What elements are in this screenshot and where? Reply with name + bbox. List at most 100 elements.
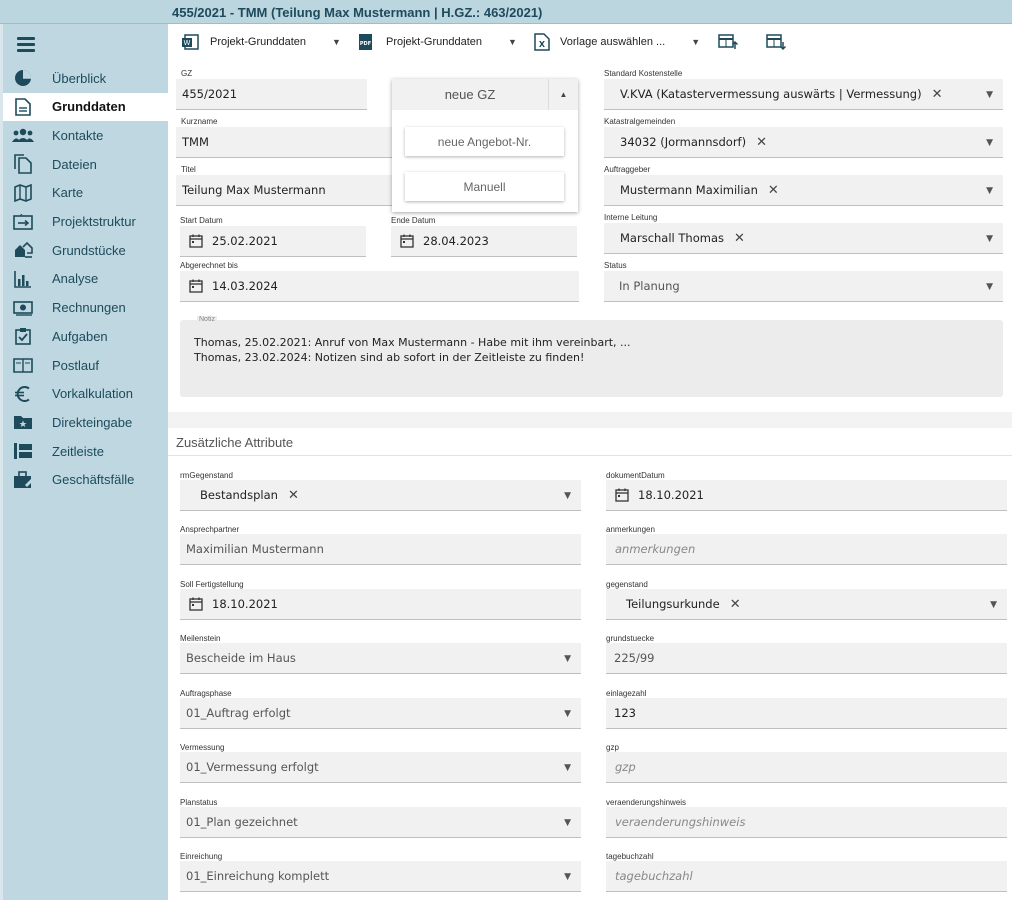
einreichung-value: 01_Einreichung komplett (186, 869, 330, 883)
calendar-icon[interactable] (400, 234, 414, 248)
briefcase-icon (12, 470, 34, 490)
sidebar-item-dateien[interactable]: Dateien (3, 150, 168, 178)
sidebar-item-postlauf[interactable]: Postlauf (3, 351, 168, 379)
dokumentdatum-value: 18.10.2021 (638, 488, 704, 502)
sidebar-item-label: Kontakte (52, 127, 104, 143)
auftraggeber-select[interactable]: Mustermann Maximilian ✕ ▼ (604, 175, 1003, 206)
sidebar-item-analyse[interactable]: Analyse (3, 265, 168, 293)
abgerechnet-field[interactable]: 14.03.2024 (180, 271, 579, 302)
files-icon (12, 154, 34, 174)
kurzname-field[interactable]: TMM (176, 127, 396, 158)
sidebar-item-überblick[interactable]: Überblick (3, 64, 168, 92)
timeline-icon (12, 441, 34, 461)
chevron-down-icon: ▼ (564, 818, 571, 828)
gegenstand-select[interactable]: Teilungsurkunde ✕ ▼ (606, 589, 1007, 620)
notiz-textarea[interactable]: Notiz Thomas, 25.02.2021: Anruf von Max … (180, 316, 1003, 397)
sidebar: Überblick Grunddaten Kontakte Dateien Karte P… (0, 24, 168, 900)
map-icon (12, 183, 34, 203)
structure-icon (12, 212, 34, 232)
table-upload-button[interactable] (718, 33, 738, 51)
calendar-icon[interactable] (189, 597, 203, 611)
clear-icon[interactable]: ✕ (756, 135, 767, 150)
vermessung-select[interactable]: 01_Vermessung erfolgt ▼ (180, 752, 581, 783)
sidebar-item-aufgaben[interactable]: Aufgaben (3, 322, 168, 350)
auftragsphase-select[interactable]: 01_Auftrag erfolgt ▼ (180, 698, 581, 729)
tagebuchzahl-field[interactable]: tagebuchzahl (606, 861, 1007, 892)
word-template-select[interactable]: W Projekt-Grunddaten ▼ (182, 33, 341, 51)
planstatus-label: Planstatus (180, 798, 218, 807)
veraenderung-field[interactable]: veraenderungshinweis (606, 807, 1007, 838)
sidebar-item-rechnungen[interactable]: Rechnungen (3, 294, 168, 322)
neue-gz-button[interactable]: neue GZ (392, 79, 548, 110)
dokumentdatum-field[interactable]: 18.10.2021 (606, 480, 1007, 511)
grundstuecke-field[interactable]: 225/99 (606, 643, 1007, 674)
manuell-button[interactable]: Manuell (405, 172, 564, 201)
table-download-button[interactable] (766, 33, 786, 51)
meilenstein-value: Bescheide im Haus (186, 651, 296, 665)
sidebar-item-grunddaten[interactable]: Grunddaten (3, 92, 168, 121)
clear-icon[interactable]: ✕ (932, 87, 943, 102)
anmerkungen-placeholder: anmerkungen (615, 542, 696, 556)
neue-angebot-button[interactable]: neue Angebot-Nr. (405, 127, 564, 156)
chevron-down-icon: ▼ (986, 234, 993, 244)
pdf-template-select[interactable]: PDF Projekt-Grunddaten ▼ (358, 33, 517, 51)
tagebuchzahl-placeholder: tagebuchzahl (615, 869, 693, 883)
clear-icon[interactable]: ✕ (768, 183, 779, 198)
window-title-bar: 455/2021 - TMM (Teilung Max Mustermann |… (0, 0, 1012, 24)
sidebar-item-label: Rechnungen (52, 300, 126, 316)
titel-field[interactable]: Teilung Max Mustermann (176, 175, 396, 206)
start-datum-field[interactable]: 25.02.2021 (180, 226, 366, 257)
clear-icon[interactable]: ✕ (734, 231, 745, 246)
table-upload-icon (718, 34, 738, 49)
einlagezahl-value: 123 (614, 706, 636, 720)
sidebar-item-label: Analyse (52, 271, 99, 287)
anmerkungen-field[interactable]: anmerkungen (606, 534, 1007, 565)
sidebar-item-kontakte[interactable]: Kontakte (3, 121, 168, 149)
soll-label: Soll Fertigstellung (180, 580, 244, 589)
leitung-label: Interne Leitung (604, 213, 658, 222)
excel-icon: X (534, 33, 550, 51)
status-select[interactable]: In Planung ▼ (604, 271, 1003, 302)
sidebar-item-label: Aufgaben (52, 328, 108, 344)
leitung-select[interactable]: Marschall Thomas ✕ ▼ (604, 223, 1003, 254)
gzp-field[interactable]: gzp (606, 752, 1007, 783)
grundstuecke-value: 225/99 (614, 651, 655, 665)
planstatus-select[interactable]: 01_Plan gezeichnet ▼ (180, 807, 581, 838)
sidebar-item-vorkalkulation[interactable]: Vorkalkulation (3, 380, 168, 408)
kostenstelle-select[interactable]: V.KVA (Katastervermessung auswärts | Ver… (604, 79, 1003, 110)
auftraggeber-value: Mustermann Maximilian (620, 183, 758, 197)
calendar-icon[interactable] (189, 279, 203, 293)
task-icon (12, 326, 34, 346)
calendar-icon[interactable] (615, 488, 629, 502)
clear-icon[interactable]: ✕ (730, 597, 741, 612)
einlagezahl-field[interactable]: 123 (606, 698, 1007, 729)
calendar-icon[interactable] (189, 234, 203, 248)
svg-text:W: W (184, 39, 191, 47)
sidebar-item-zeitleiste[interactable]: Zeitleiste (3, 437, 168, 465)
rmgegenstand-select[interactable]: Bestandsplan ✕ ▼ (180, 480, 581, 511)
sidebar-item-direkteingabe[interactable]: Direkteingabe (3, 408, 168, 436)
tagebuchzahl-label: tagebuchzahl (606, 852, 654, 861)
gz-field[interactable]: 455/2021 (176, 79, 367, 110)
chevron-down-icon: ▼ (564, 872, 571, 882)
ende-datum-label: Ende Datum (391, 216, 436, 225)
mail-icon (12, 355, 34, 375)
start-datum-label: Start Datum (180, 216, 223, 225)
ende-datum-field[interactable]: 28.04.2023 (391, 226, 577, 257)
excel-template-select[interactable]: X Vorlage auswählen ... ▼ (534, 33, 700, 51)
excel-template-label: Vorlage auswählen ... (560, 36, 666, 48)
einreichung-select[interactable]: 01_Einreichung komplett ▼ (180, 861, 581, 892)
meilenstein-select[interactable]: Bescheide im Haus ▼ (180, 643, 581, 674)
soll-field[interactable]: 18.10.2021 (180, 589, 581, 620)
chevron-up-icon[interactable]: ▲ (548, 79, 578, 110)
sidebar-item-grundstücke[interactable]: Grundstücke (3, 236, 168, 264)
ansprechpartner-field[interactable]: Maximilian Mustermann (180, 534, 581, 565)
clear-icon[interactable]: ✕ (288, 488, 299, 503)
katastral-select[interactable]: 34032 (Jormannsdorf) ✕ ▼ (604, 127, 1003, 158)
sidebar-item-karte[interactable]: Karte (3, 179, 168, 207)
menu-icon[interactable] (17, 37, 35, 55)
sidebar-item-projektstruktur[interactable]: Projektstruktur (3, 208, 168, 236)
chevron-down-icon: ▼ (564, 491, 571, 501)
sidebar-item-geschäftsfälle[interactable]: Geschäftsfälle (3, 466, 168, 494)
euro-icon (12, 384, 34, 404)
